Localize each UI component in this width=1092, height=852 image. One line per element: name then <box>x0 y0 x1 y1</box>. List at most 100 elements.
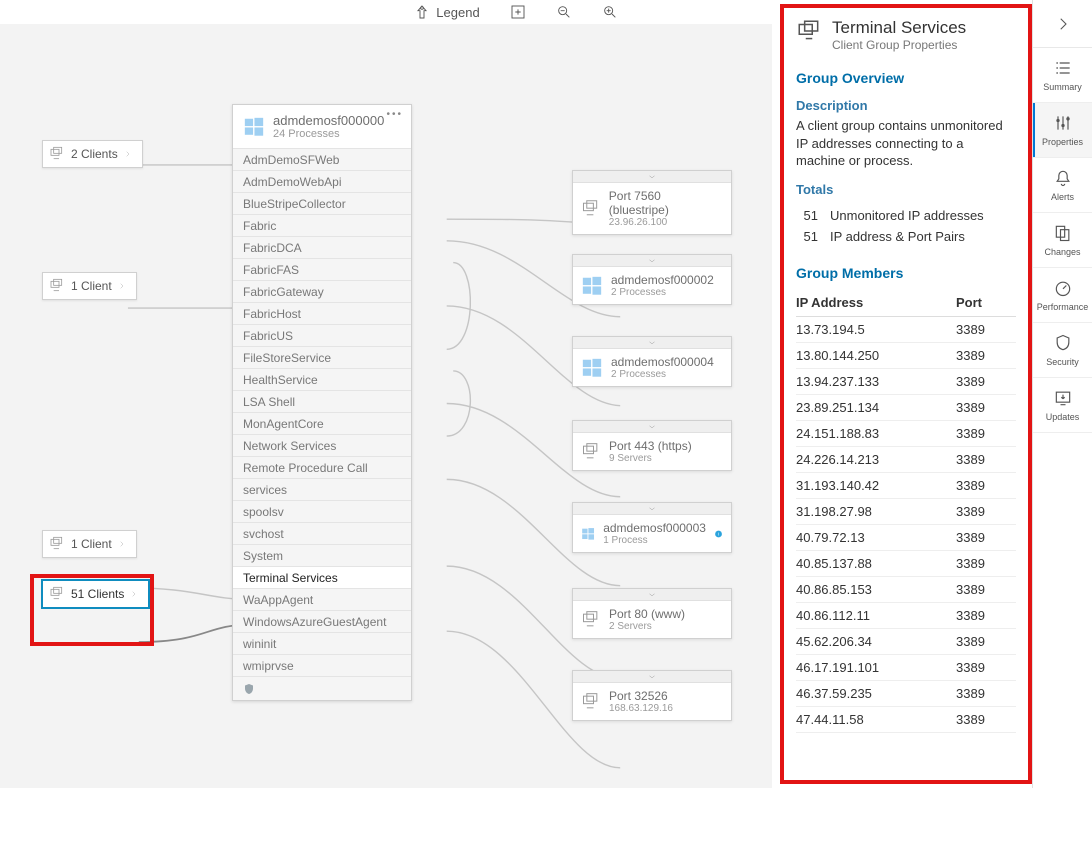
process-item[interactable]: FabricGateway <box>233 280 411 302</box>
zoom-in-button[interactable] <box>602 4 618 20</box>
process-item[interactable]: Terminal Services <box>233 566 411 588</box>
chevron-down-icon <box>647 424 657 430</box>
expand-toggle[interactable] <box>573 421 731 433</box>
rail-tab-changes[interactable]: Changes <box>1033 213 1092 268</box>
process-item[interactable]: Network Services <box>233 434 411 456</box>
totals-heading: Totals <box>796 182 1016 197</box>
process-item[interactable]: FabricFAS <box>233 258 411 280</box>
fit-button[interactable] <box>510 4 526 20</box>
table-row[interactable]: 40.86.112.113389 <box>796 602 1016 628</box>
process-item[interactable]: Fabric <box>233 214 411 236</box>
totals-list: 51Unmonitored IP addresses51IP address &… <box>796 205 1016 247</box>
expand-toggle[interactable] <box>573 671 731 683</box>
machine-menu-button[interactable]: ••• <box>386 109 403 120</box>
chevron-right-icon <box>130 587 138 601</box>
process-item[interactable]: wmiprvse <box>233 654 411 676</box>
info-icon[interactable]: i <box>714 527 723 541</box>
client-group-node[interactable]: 2 Clients <box>42 140 143 168</box>
process-item[interactable]: WaAppAgent <box>233 588 411 610</box>
machine-node-mini[interactable]: admdemosf0000022 Processes <box>572 254 732 305</box>
process-item[interactable]: MonAgentCore <box>233 412 411 434</box>
table-row[interactable]: 31.198.27.983389 <box>796 498 1016 524</box>
process-item[interactable]: BlueStripeCollector <box>233 192 411 214</box>
chevron-right-icon <box>118 537 126 551</box>
process-item[interactable]: FabricUS <box>233 324 411 346</box>
process-item[interactable]: LSA Shell <box>233 390 411 412</box>
machine-header[interactable]: admdemosf000000 24 Processes ••• <box>233 105 411 148</box>
cell-port: 3389 <box>956 680 1016 706</box>
zoom-out-icon <box>556 4 572 20</box>
table-row[interactable]: 13.73.194.53389 <box>796 316 1016 342</box>
port-node[interactable]: Port 32526168.63.129.16 <box>572 670 732 721</box>
process-item[interactable]: services <box>233 478 411 500</box>
table-row[interactable]: 46.17.191.1013389 <box>796 654 1016 680</box>
client-group-icon <box>796 18 822 44</box>
table-row[interactable]: 40.79.72.133389 <box>796 524 1016 550</box>
process-item[interactable]: AdmDemoWebApi <box>233 170 411 192</box>
collapse-panel-button[interactable] <box>1033 0 1092 48</box>
table-row[interactable]: 46.37.59.2353389 <box>796 680 1016 706</box>
port-node[interactable]: Port 443 (https)9 Servers <box>572 420 732 471</box>
table-row[interactable]: 31.193.140.423389 <box>796 472 1016 498</box>
monitor-icon <box>49 146 65 162</box>
details-panel: Terminal Services Client Group Propertie… <box>780 4 1032 784</box>
table-row[interactable]: 40.85.137.883389 <box>796 550 1016 576</box>
map-canvas[interactable]: 2 Clients 1 Client 1 Client 51 Clients admd… <box>0 24 772 788</box>
process-item[interactable]: wininit <box>233 632 411 654</box>
rail-tab-alerts[interactable]: Alerts <box>1033 158 1092 213</box>
client-group-node[interactable]: 51 Clients <box>42 580 149 608</box>
table-row[interactable]: 13.94.237.1333389 <box>796 368 1016 394</box>
table-row[interactable]: 24.151.188.833389 <box>796 420 1016 446</box>
chevron-right-icon <box>124 147 132 161</box>
legend-button[interactable]: Legend <box>414 4 479 20</box>
cell-port: 3389 <box>956 654 1016 680</box>
rail-tab-properties[interactable]: Properties <box>1033 103 1092 158</box>
monitor-icon <box>49 278 65 294</box>
chevron-down-icon <box>647 258 657 264</box>
table-row[interactable]: 47.44.11.583389 <box>796 706 1016 732</box>
rail-tab-updates[interactable]: Updates <box>1033 378 1092 433</box>
expand-toggle[interactable] <box>573 337 731 349</box>
client-count-label: 1 Client <box>71 537 112 551</box>
expand-toggle[interactable] <box>573 171 731 183</box>
table-row[interactable]: 40.86.85.1533389 <box>796 576 1016 602</box>
monitor-icon <box>581 692 601 712</box>
node-subtitle: 2 Processes <box>611 287 714 298</box>
client-group-node[interactable]: 1 Client <box>42 272 137 300</box>
members-table: IP Address Port 13.73.194.5338913.80.144… <box>796 289 1016 733</box>
cell-ip: 24.226.14.213 <box>796 446 956 472</box>
machine-node[interactable]: admdemosf000000 24 Processes ••• AdmDemo… <box>232 104 412 701</box>
cell-port: 3389 <box>956 550 1016 576</box>
expand-toggle[interactable] <box>573 503 731 515</box>
process-item[interactable]: svchost <box>233 522 411 544</box>
table-row[interactable]: 24.226.14.2133389 <box>796 446 1016 472</box>
process-item[interactable]: FabricHost <box>233 302 411 324</box>
port-node[interactable]: Port 7560 (bluestripe)23.96.26.100 <box>572 170 732 235</box>
table-row[interactable]: 23.89.251.1343389 <box>796 394 1016 420</box>
client-group-node[interactable]: 1 Client <box>42 530 137 558</box>
chevron-right-icon <box>118 279 126 293</box>
node-subtitle: 2 Servers <box>609 621 685 632</box>
expand-toggle[interactable] <box>573 255 731 267</box>
rail-tab-security[interactable]: Security <box>1033 323 1092 378</box>
monitor-icon <box>49 586 65 602</box>
rail-tab-summary[interactable]: Summary <box>1033 48 1092 103</box>
process-item[interactable]: Remote Procedure Call <box>233 456 411 478</box>
process-item[interactable]: spoolsv <box>233 500 411 522</box>
machine-name: admdemosf000000 <box>273 113 384 128</box>
machine-node-mini[interactable]: admdemosf0000042 Processes <box>572 336 732 387</box>
process-item[interactable]: FileStoreService <box>233 346 411 368</box>
process-item[interactable]: FabricDCA <box>233 236 411 258</box>
machine-node-mini[interactable]: admdemosf0000031 Processi <box>572 502 732 553</box>
process-item[interactable]: AdmDemoSFWeb <box>233 148 411 170</box>
process-item[interactable]: System <box>233 544 411 566</box>
zoom-out-button[interactable] <box>556 4 572 20</box>
port-node[interactable]: Port 80 (www)2 Servers <box>572 588 732 639</box>
table-row[interactable]: 45.62.206.343389 <box>796 628 1016 654</box>
table-row[interactable]: 13.80.144.2503389 <box>796 342 1016 368</box>
rail-tab-performance[interactable]: Performance <box>1033 268 1092 323</box>
process-item[interactable]: HealthService <box>233 368 411 390</box>
process-item[interactable]: WindowsAzureGuestAgent <box>233 610 411 632</box>
cell-port: 3389 <box>956 342 1016 368</box>
expand-toggle[interactable] <box>573 589 731 601</box>
